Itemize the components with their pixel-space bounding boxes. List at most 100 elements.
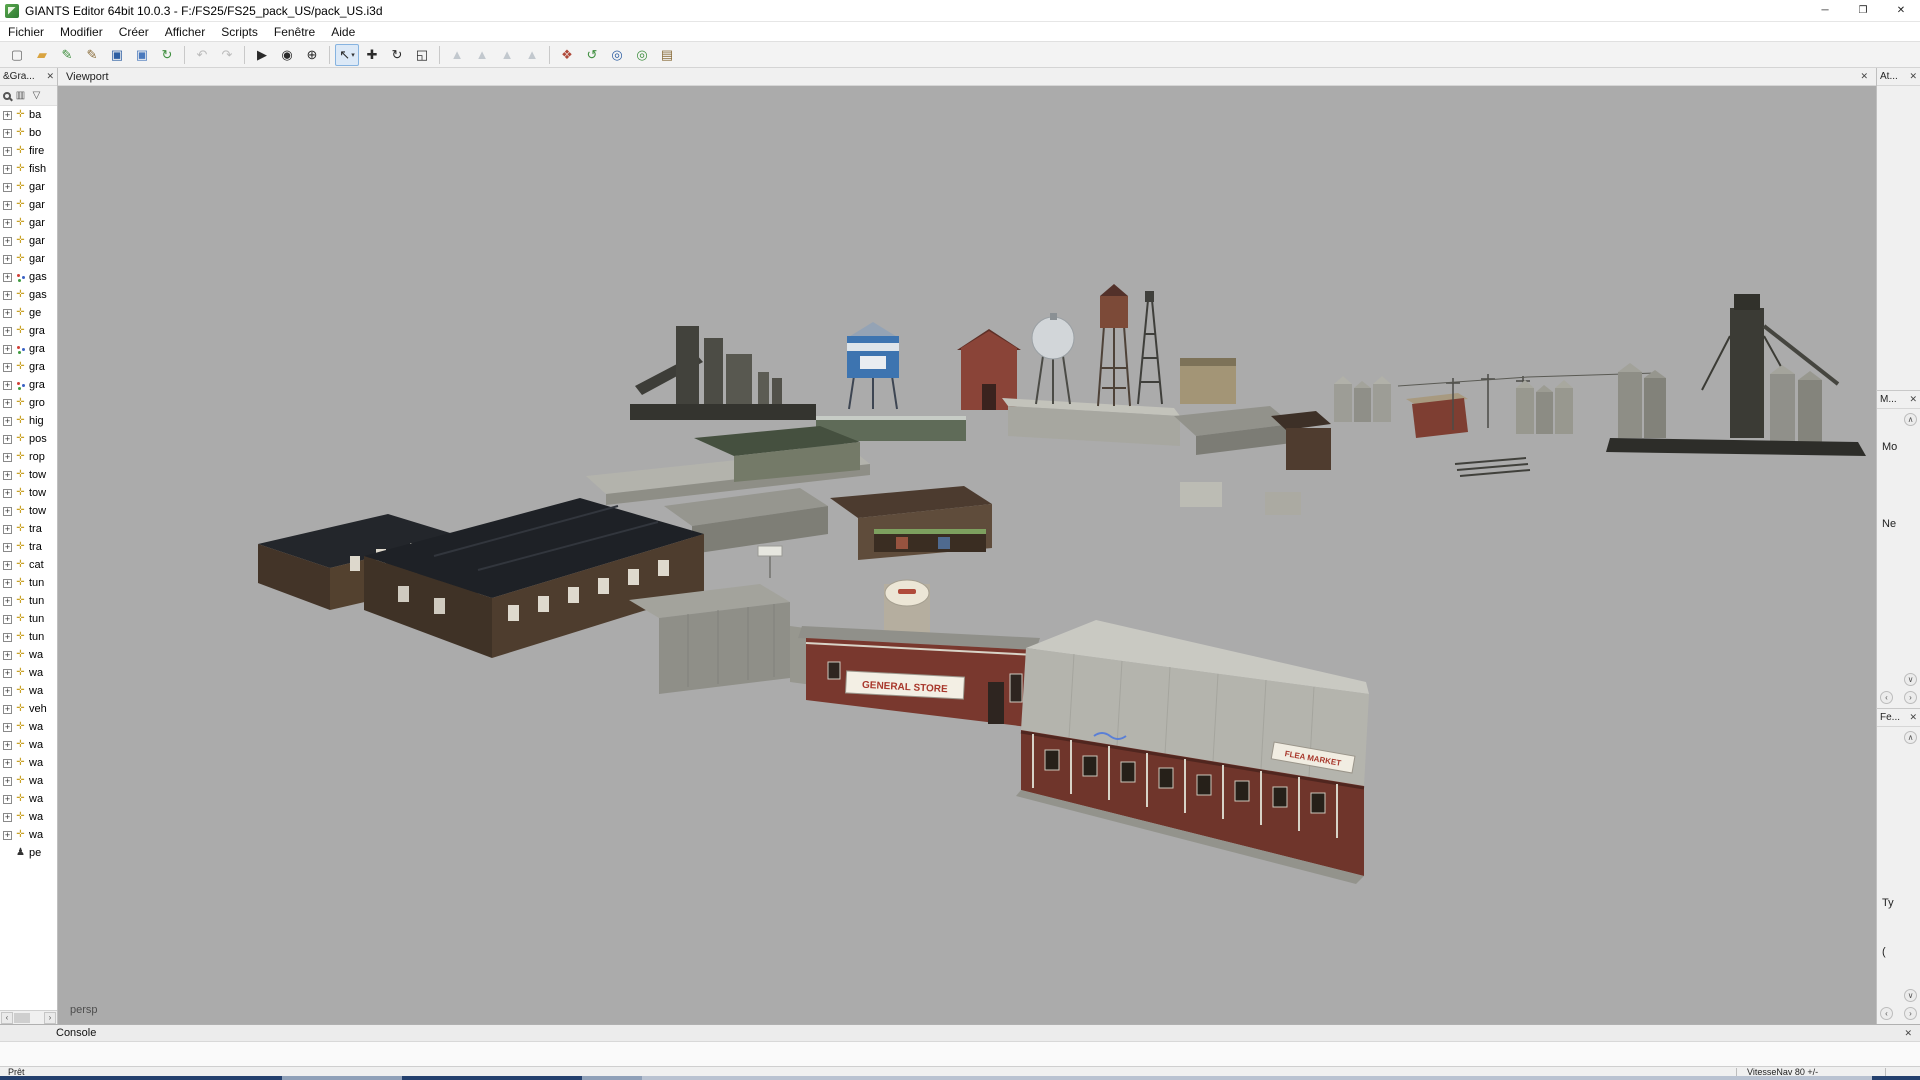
expand-icon[interactable]: + <box>3 723 12 732</box>
expand-icon[interactable]: + <box>3 381 12 390</box>
scroll-right-button[interactable]: › <box>1904 691 1917 704</box>
render-mode-button[interactable]: ◎ <box>630 44 654 66</box>
scroll-left-button[interactable]: ‹ <box>1880 691 1893 704</box>
attributes-close-button[interactable]: ✕ <box>1909 72 1917 81</box>
tree-item-wa[interactable]: +✛wa <box>0 718 57 736</box>
expand-icon[interactable]: + <box>3 795 12 804</box>
axis-cube-button[interactable]: ❖ <box>555 44 579 66</box>
tree-item-tow[interactable]: +✛tow <box>0 502 57 520</box>
visibility-button[interactable]: ◉ <box>275 44 299 66</box>
reload-button[interactable]: ↻ <box>155 44 179 66</box>
tree-item-ba[interactable]: +✛ba <box>0 106 57 124</box>
close-window-button[interactable]: ✕ <box>1882 0 1920 21</box>
tree-item-gro[interactable]: +✛gro <box>0 394 57 412</box>
tree-item-hig[interactable]: +✛hig <box>0 412 57 430</box>
save-all-button[interactable]: ▣ <box>130 44 154 66</box>
restore-button[interactable]: ❐ <box>1844 0 1882 21</box>
tree-item-tun[interactable]: +✛tun <box>0 574 57 592</box>
menu-item-afficher[interactable]: Afficher <box>157 25 213 39</box>
menu-item-scripts[interactable]: Scripts <box>213 25 266 39</box>
expand-icon[interactable]: + <box>3 597 12 606</box>
tree-item-tun[interactable]: +✛tun <box>0 628 57 646</box>
viewport-canvas[interactable]: GENERAL STORE <box>58 86 1876 1024</box>
tree-item-fire[interactable]: +✛fire <box>0 142 57 160</box>
expand-icon[interactable]: + <box>3 777 12 786</box>
menu-item-crer[interactable]: Créer <box>111 25 157 39</box>
zoom-button[interactable]: ⊕ <box>300 44 324 66</box>
expand-icon[interactable]: + <box>3 363 12 372</box>
expand-icon[interactable]: + <box>3 579 12 588</box>
expand-icon[interactable]: + <box>3 651 12 660</box>
expand-icon[interactable]: + <box>3 327 12 336</box>
tree-item-gra[interactable]: +gra <box>0 376 57 394</box>
material-close-button[interactable]: ✕ <box>1909 395 1917 404</box>
scroll-right-button[interactable]: › <box>44 1012 56 1024</box>
scroll-left-button[interactable]: ‹ <box>1880 1007 1893 1020</box>
expand-icon[interactable]: + <box>3 273 12 282</box>
menu-item-fentre[interactable]: Fenêtre <box>266 25 323 39</box>
expand-icon[interactable]: + <box>3 255 12 264</box>
rotate-tool-button[interactable]: ↻ <box>385 44 409 66</box>
world-grid-button[interactable]: ◎ <box>605 44 629 66</box>
tree-item-gas[interactable]: +gas <box>0 268 57 286</box>
expand-icon[interactable]: + <box>3 435 12 444</box>
reload-shaders-button[interactable]: ↺ <box>580 44 604 66</box>
expand-icon[interactable]: + <box>3 471 12 480</box>
expand-icon[interactable]: + <box>3 165 12 174</box>
expand-icon[interactable]: + <box>3 525 12 534</box>
scroll-up-button[interactable]: ∧ <box>1904 413 1917 426</box>
menu-item-aide[interactable]: Aide <box>323 25 363 39</box>
expand-icon[interactable]: + <box>3 309 12 318</box>
expand-icon[interactable]: + <box>3 201 12 210</box>
tree-item-wa[interactable]: +✛wa <box>0 826 57 844</box>
tree-item-wa[interactable]: +✛wa <box>0 646 57 664</box>
scale-tool-button[interactable]: ◱ <box>410 44 434 66</box>
scenegraph-hscrollbar[interactable]: ‹ › <box>0 1010 57 1024</box>
minimize-button[interactable]: ─ <box>1806 0 1844 21</box>
dropdown-arrow-icon[interactable]: ▾ <box>351 51 355 59</box>
import-button[interactable]: ✎ <box>80 44 104 66</box>
expand-icon[interactable]: + <box>3 453 12 462</box>
console-output[interactable] <box>0 1042 1920 1066</box>
scroll-right-button[interactable]: › <box>1904 1007 1917 1020</box>
tree-item-gas[interactable]: +✛gas <box>0 286 57 304</box>
tree-item-wa[interactable]: +✛wa <box>0 754 57 772</box>
expand-icon[interactable]: + <box>3 399 12 408</box>
expand-icon[interactable]: + <box>3 183 12 192</box>
save-button[interactable]: ▣ <box>105 44 129 66</box>
open-button[interactable]: ▰ <box>30 44 54 66</box>
tree-item-bo[interactable]: +✛bo <box>0 124 57 142</box>
tree-item-tow[interactable]: +✛tow <box>0 484 57 502</box>
tree-item-cat[interactable]: +✛cat <box>0 556 57 574</box>
console-close-button[interactable]: ✕ <box>1904 1029 1912 1038</box>
tree-item-gar[interactable]: +✛gar <box>0 232 57 250</box>
scenegraph-close-button[interactable]: ✕ <box>46 72 54 81</box>
expand-icon[interactable]: + <box>3 147 12 156</box>
tree-item-veh[interactable]: +✛veh <box>0 700 57 718</box>
tree-item-wa[interactable]: +✛wa <box>0 772 57 790</box>
tree-item-gra[interactable]: +✛gra <box>0 358 57 376</box>
tree-item-wa[interactable]: +✛wa <box>0 682 57 700</box>
tree-item-tun[interactable]: +✛tun <box>0 610 57 628</box>
tree-item-wa[interactable]: +✛wa <box>0 808 57 826</box>
scroll-down-button[interactable]: ∨ <box>1904 673 1917 686</box>
expand-icon[interactable]: + <box>3 633 12 642</box>
expand-icon[interactable]: + <box>3 489 12 498</box>
tree-item-gar[interactable]: +✛gar <box>0 214 57 232</box>
expand-icon[interactable]: + <box>3 219 12 228</box>
scroll-left-button[interactable]: ‹ <box>1 1012 13 1024</box>
menu-item-fichier[interactable]: Fichier <box>0 25 52 39</box>
export-button[interactable]: ✎ <box>55 44 79 66</box>
select-tool-button[interactable]: ↖▾ <box>335 44 359 66</box>
tree-item-pe[interactable]: ♟pe <box>0 844 57 862</box>
terrain-close-button[interactable]: ✕ <box>1909 713 1917 722</box>
tree-item-wa[interactable]: +✛wa <box>0 664 57 682</box>
tree-item-tra[interactable]: +✛tra <box>0 520 57 538</box>
expand-icon[interactable]: + <box>3 831 12 840</box>
tree-item-gra[interactable]: +✛gra <box>0 322 57 340</box>
expand-icon[interactable]: + <box>3 543 12 552</box>
expand-icon[interactable]: + <box>3 561 12 570</box>
expand-icon[interactable]: + <box>3 741 12 750</box>
tree-item-tow[interactable]: +✛tow <box>0 466 57 484</box>
expand-icon[interactable]: + <box>3 129 12 138</box>
